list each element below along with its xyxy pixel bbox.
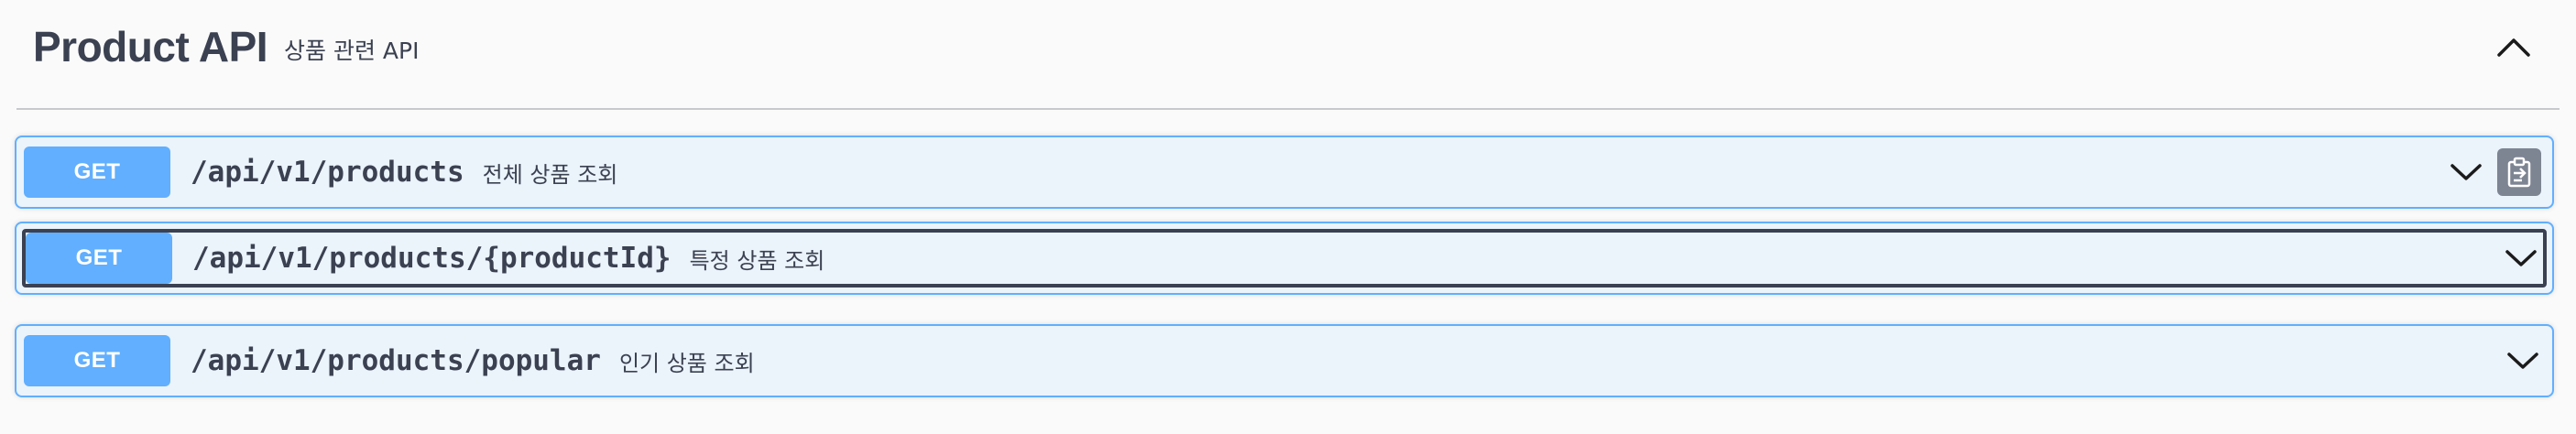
tag-title: Product API <box>33 23 268 71</box>
opblock-summary[interactable]: GET /api/v1/products/{productId} 특정 상품 조… <box>22 229 2547 288</box>
clipboard-icon <box>2507 157 2531 188</box>
expand-operation-button[interactable] <box>2499 236 2543 280</box>
expand-operation-button[interactable] <box>2444 150 2488 194</box>
chevron-down-icon <box>2450 164 2482 180</box>
http-method-badge: GET <box>26 233 172 284</box>
opblock-get-product-by-id: GET /api/v1/products/{productId} 특정 상품 조… <box>15 222 2554 295</box>
chevron-up-icon <box>2497 38 2530 57</box>
chevron-down-icon <box>2507 353 2538 369</box>
endpoint-path: /api/v1/products <box>191 156 464 189</box>
opblock-summary[interactable]: GET /api/v1/products 전체 상품 조회 <box>24 145 2545 200</box>
opblock-summary[interactable]: GET /api/v1/products/popular 인기 상품 조회 <box>24 333 2545 388</box>
endpoint-summary: 전체 상품 조회 <box>482 161 618 188</box>
opblock-get-popular-products: GET /api/v1/products/popular 인기 상품 조회 <box>15 324 2554 397</box>
http-method-badge: GET <box>24 146 170 198</box>
opblock-get-products: GET /api/v1/products 전체 상품 조회 <box>15 136 2554 209</box>
tag-section-header[interactable]: Product API 상품 관련 API <box>16 0 2560 110</box>
endpoint-summary: 특정 상품 조회 <box>689 247 825 274</box>
http-method-badge: GET <box>24 335 170 386</box>
tag-description: 상품 관련 API <box>284 38 420 64</box>
expand-operation-button[interactable] <box>2501 339 2545 383</box>
chevron-down-icon <box>2505 250 2537 266</box>
endpoint-summary: 인기 상품 조회 <box>618 350 755 376</box>
endpoint-path: /api/v1/products/{productId} <box>192 242 671 275</box>
copy-to-clipboard-button[interactable] <box>2497 148 2541 196</box>
endpoint-path: /api/v1/products/popular <box>191 344 601 377</box>
collapse-tag-button[interactable] <box>2486 20 2541 75</box>
